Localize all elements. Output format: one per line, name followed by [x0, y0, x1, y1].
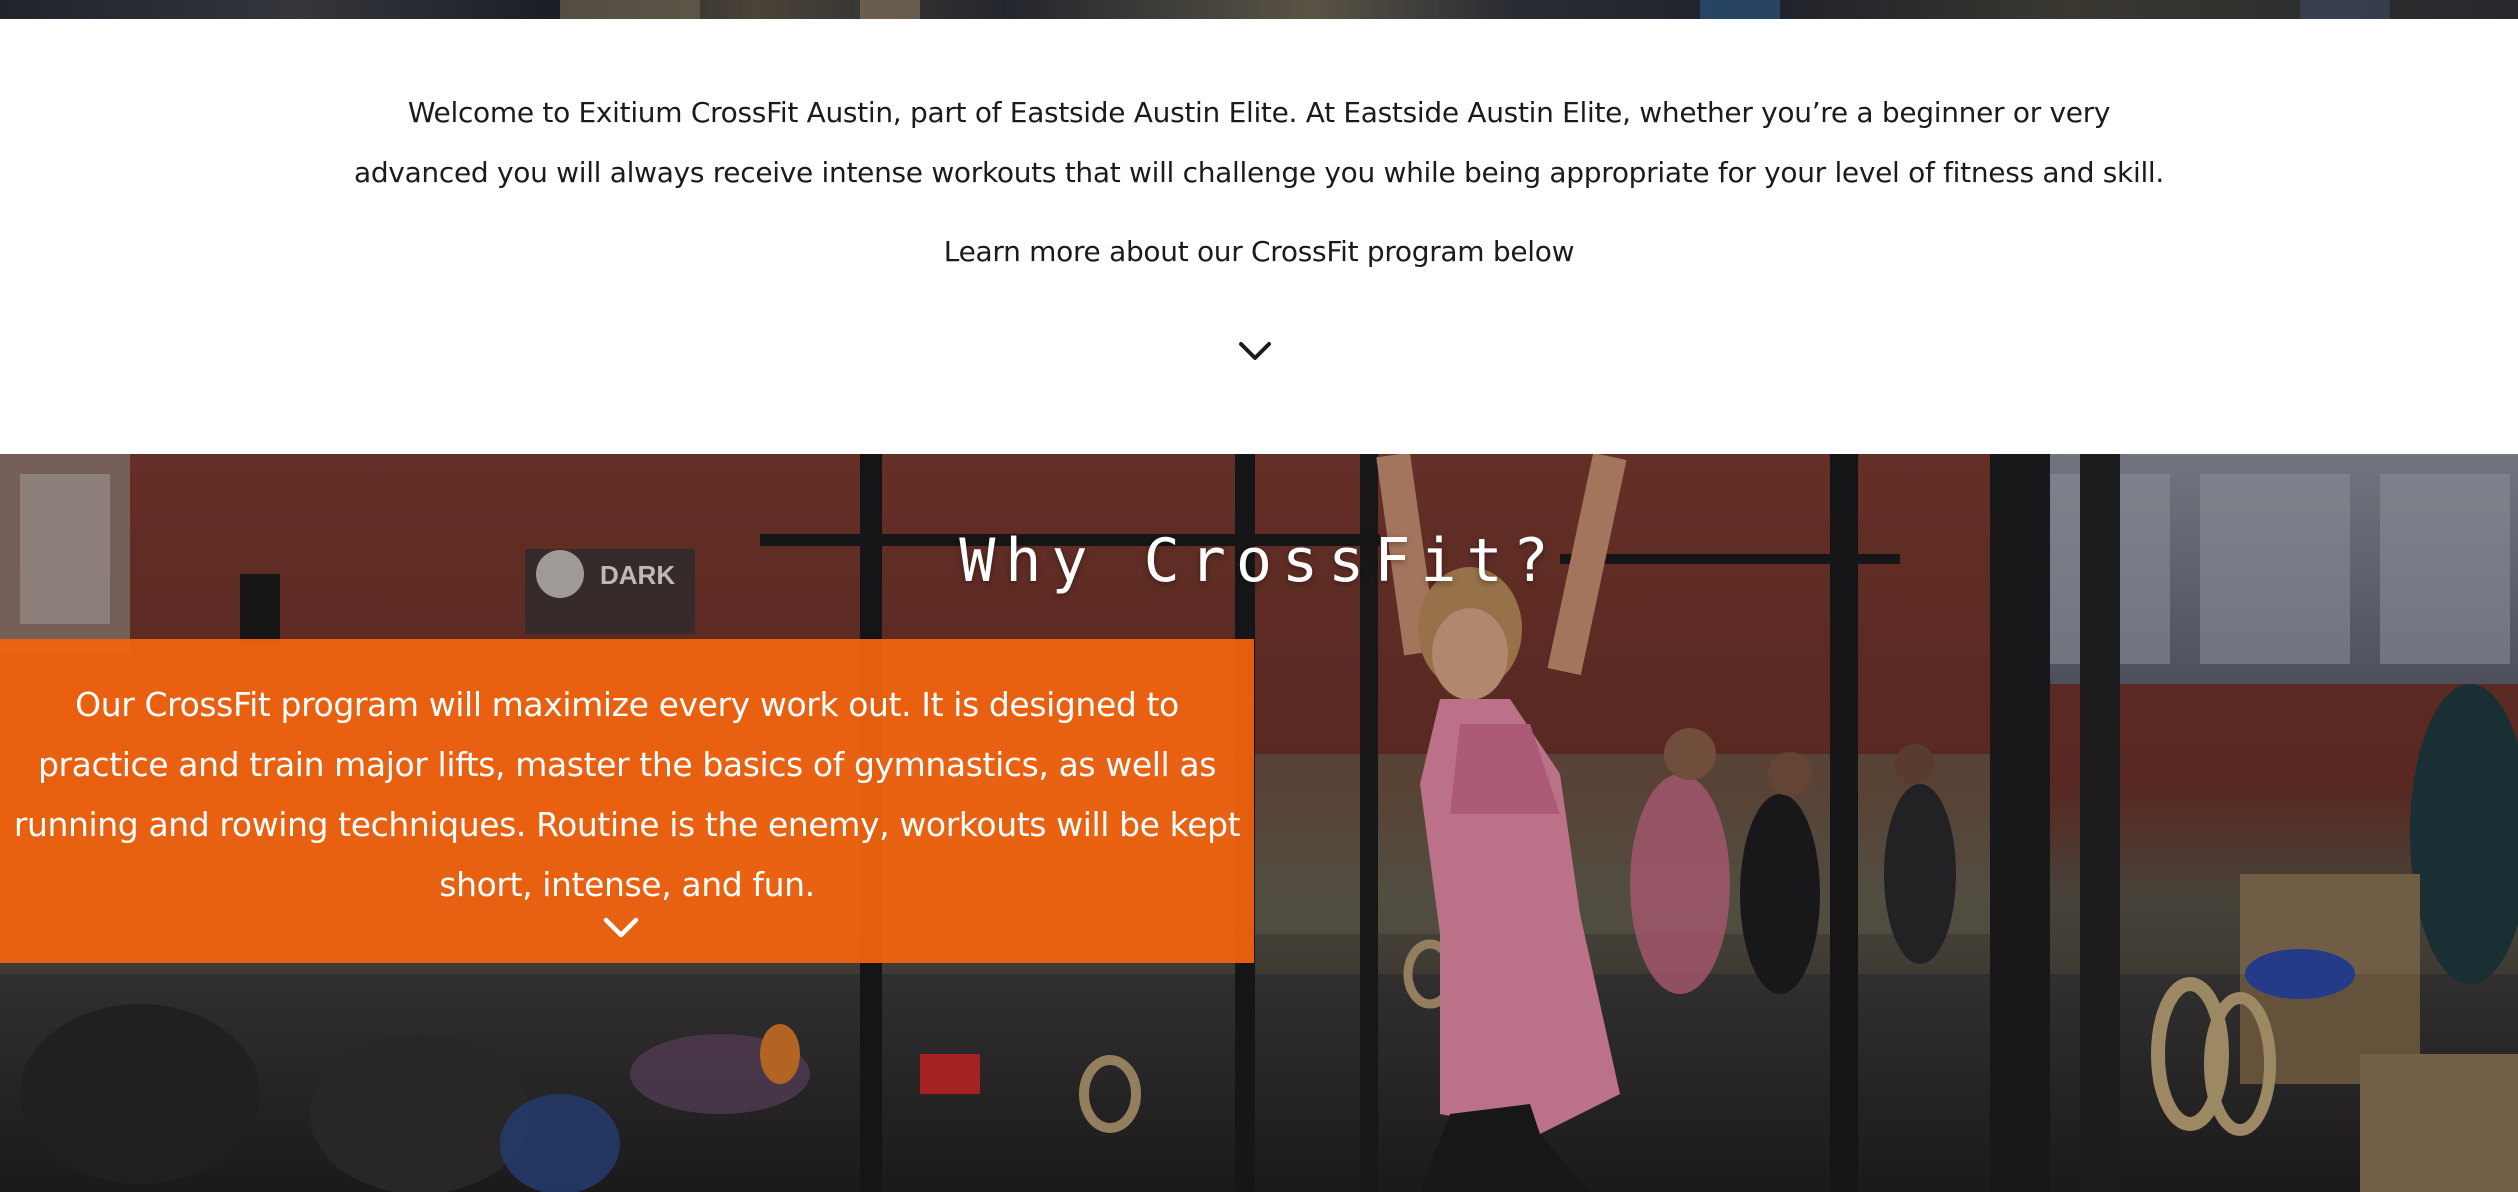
- hero-title: Why CrossFit?: [959, 526, 1559, 596]
- program-description: Our CrossFit program will maximize every…: [13, 685, 1241, 904]
- welcome-section: Welcome to Exitium CrossFit Austin, part…: [0, 19, 2518, 454]
- program-info-box: Our CrossFit program will maximize every…: [0, 639, 1254, 963]
- top-photo-strip: [0, 0, 2518, 19]
- chevron-down-icon[interactable]: [602, 914, 640, 940]
- chevron-down-icon[interactable]: [1238, 339, 1272, 363]
- why-crossfit-section: DARK Why CrossFit? Our CrossFit program …: [0, 454, 2518, 1192]
- learn-more-text: Learn more about our CrossFit program be…: [943, 235, 1575, 268]
- welcome-paragraph: Welcome to Exitium CrossFit Austin, part…: [353, 96, 2165, 189]
